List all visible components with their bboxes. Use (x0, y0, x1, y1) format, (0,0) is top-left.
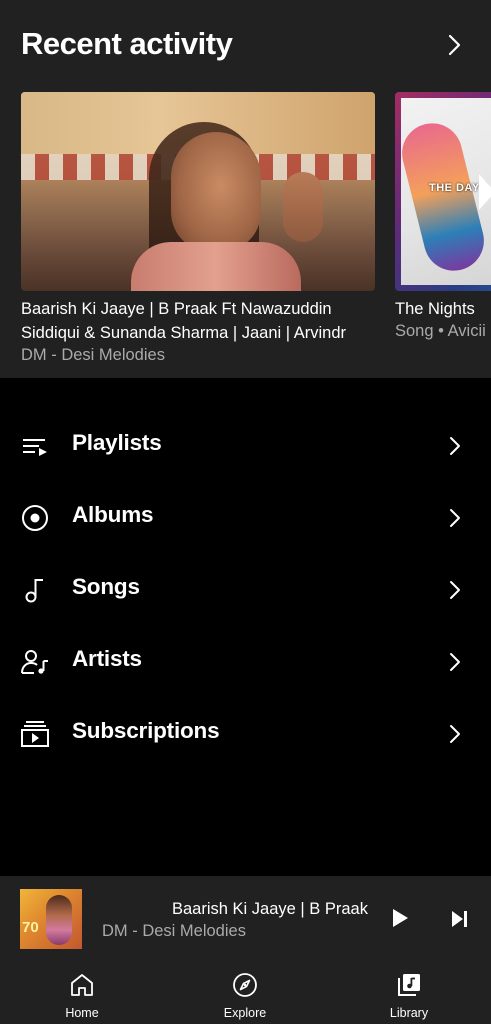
chevron-right-icon (450, 653, 460, 671)
menu-item-artists[interactable]: Artists (0, 626, 491, 698)
chevron-right-icon (450, 581, 460, 599)
nav-explore[interactable]: Explore (190, 962, 300, 1024)
video-thumbnail[interactable] (21, 92, 375, 291)
recent-card-title: Baarish Ki Jaaye | B Praak Ft Nawazuddin… (21, 300, 347, 342)
menu-item-songs[interactable]: Songs (0, 554, 491, 626)
now-playing-title: Baarish Ki Jaaye | B Praak Ft Nawazuddin… (172, 900, 368, 918)
recent-card[interactable]: THE DAYS The Nights Song • Avicii (395, 92, 491, 362)
recent-card[interactable]: Baarish Ki Jaaye | B Praak Ft Nawazuddin… (21, 92, 375, 364)
chevron-right-icon (450, 437, 460, 455)
menu-item-label: Songs (72, 574, 140, 599)
menu-item-subscriptions[interactable]: Subscriptions (0, 698, 491, 770)
home-icon (71, 974, 93, 996)
now-playing-artist: DM - Desi Melodies (102, 922, 246, 940)
bottom-navigation: Home Explore Library (0, 962, 491, 1024)
nav-label: Home (65, 1006, 99, 1020)
menu-item-label: Subscriptions (72, 718, 220, 743)
nav-library[interactable]: Library (354, 962, 464, 1024)
nav-home[interactable]: Home (27, 962, 137, 1024)
menu-item-label: Playlists (72, 430, 162, 455)
recent-card-subtitle: DM - Desi Melodies (21, 346, 165, 364)
playlist-icon (23, 439, 47, 456)
recent-card-subtitle: Song • Avicii (395, 322, 486, 340)
chevron-right-icon (450, 509, 460, 527)
compass-icon (233, 973, 257, 997)
album-icon (22, 505, 48, 531)
subscriptions-icon (21, 721, 49, 747)
mini-player[interactable]: 70 Baarish Ki Jaaye | B Praak Ft Nawazud… (0, 876, 491, 962)
album-art[interactable]: THE DAYS (395, 92, 491, 291)
artist-icon (21, 650, 48, 674)
play-overlay-icon (479, 174, 491, 210)
now-playing-art-text: 70 (22, 919, 39, 936)
recent-activity-section: Recent activity Baarish Ki Jaaye | B Pra… (0, 0, 491, 378)
skip-next-icon[interactable] (449, 908, 471, 930)
recent-card-title: The Nights (395, 300, 475, 318)
chevron-right-icon[interactable] (444, 32, 466, 58)
now-playing-art[interactable]: 70 (20, 889, 82, 949)
menu-item-albums[interactable]: Albums (0, 482, 491, 554)
chevron-right-icon (450, 725, 460, 743)
recent-activity-title[interactable]: Recent activity (21, 26, 233, 62)
menu-item-playlists[interactable]: Playlists (0, 410, 491, 482)
library-icon (398, 974, 420, 996)
menu-item-label: Albums (72, 502, 154, 527)
nav-label: Library (389, 1006, 429, 1020)
nav-label: Explore (223, 1006, 267, 1020)
play-icon[interactable] (389, 906, 411, 930)
music-note-icon (25, 579, 43, 603)
menu-item-label: Artists (72, 646, 142, 671)
